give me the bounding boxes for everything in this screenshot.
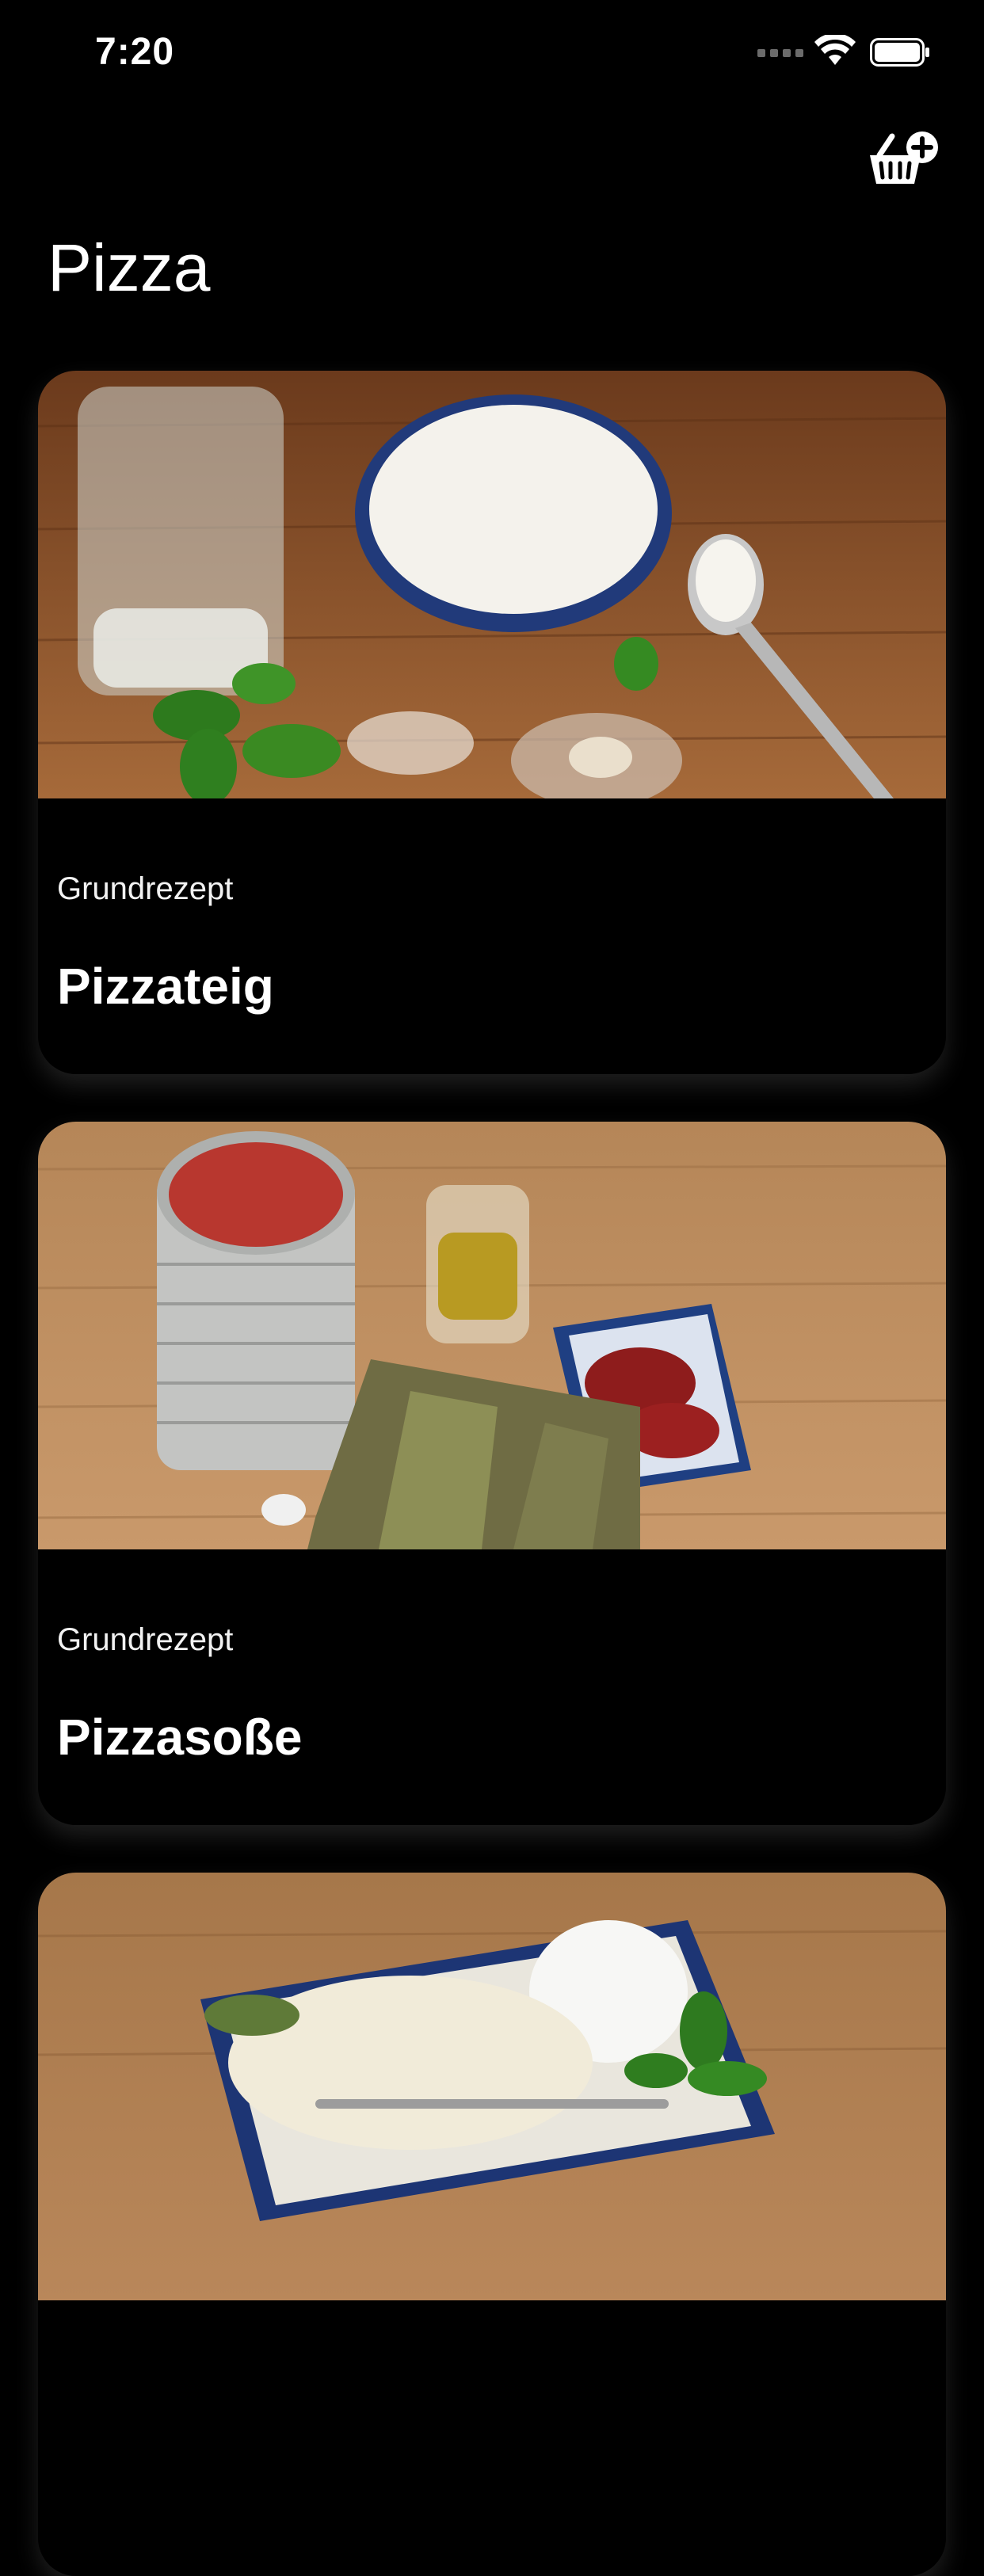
- wifi-icon: [814, 35, 856, 65]
- cellular-signal-icon: [757, 49, 803, 57]
- recipe-category: Grundrezept: [57, 1622, 234, 1657]
- status-time: 7:20: [95, 31, 175, 73]
- recipe-card-pizzateig[interactable]: Grundrezept Pizzateig: [38, 371, 946, 1074]
- page-title: Pizza: [48, 231, 211, 305]
- recipe-title: Pizzasoße: [57, 1709, 303, 1766]
- add-to-basket-button[interactable]: [864, 127, 940, 190]
- recipe-title: Pizzateig: [57, 958, 274, 1015]
- recipe-card-pizzasosse[interactable]: Grundrezept Pizzasoße: [38, 1122, 946, 1825]
- home-indicator[interactable]: [315, 2099, 669, 2109]
- basket-plus-icon: [870, 131, 938, 184]
- recipe-image: [38, 1122, 946, 1549]
- recipe-card-cheese[interactable]: [38, 1873, 946, 2576]
- battery-icon: [870, 38, 929, 67]
- status-bar: 7:20: [0, 0, 984, 111]
- recipe-image: [38, 1873, 946, 2300]
- recipe-category: Grundrezept: [57, 871, 234, 906]
- recipe-image: [38, 371, 946, 798]
